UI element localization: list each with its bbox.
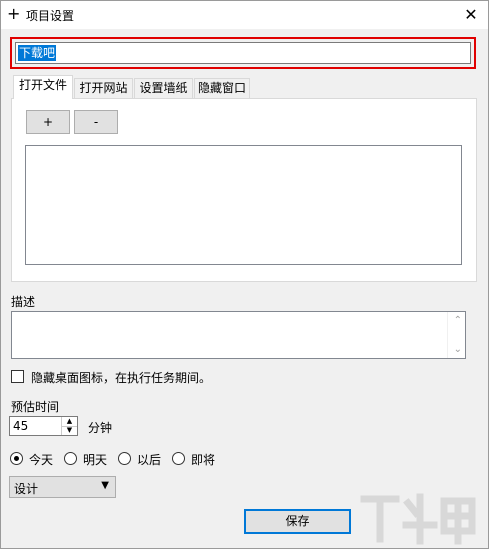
- plus-icon: +: [7, 4, 21, 23]
- category-select[interactable]: 设计 ▼: [9, 476, 116, 498]
- description-scrollbar[interactable]: ⌃ ⌄: [447, 312, 465, 358]
- stepper-down-icon[interactable]: ▼: [62, 426, 77, 435]
- tab-hide-window[interactable]: 隐藏窗口: [194, 78, 250, 98]
- scroll-up-icon[interactable]: ⌃: [454, 315, 462, 326]
- remove-file-button[interactable]: -: [74, 110, 118, 134]
- estimate-label: 预估时间: [11, 400, 60, 414]
- project-name-text: 下载吧: [18, 45, 57, 61]
- category-value: 设计: [14, 482, 39, 496]
- scroll-down-icon[interactable]: ⌄: [454, 344, 462, 355]
- description-label: 描述: [11, 295, 36, 309]
- project-name-input[interactable]: 下载吧: [15, 42, 471, 64]
- stepper-buttons: ▲ ▼: [61, 417, 77, 435]
- tab-open-website[interactable]: 打开网站: [74, 78, 133, 98]
- save-button[interactable]: 保存: [244, 509, 351, 534]
- tab-open-file[interactable]: 打开文件: [13, 75, 73, 99]
- radio-tomorrow-label: 明天: [83, 453, 108, 467]
- hide-desktop-icons-checkbox[interactable]: [11, 370, 24, 383]
- title-bar: + 项目设置 ✕: [1, 1, 488, 29]
- description-textarea[interactable]: ⌃ ⌄: [11, 311, 466, 359]
- radio-today[interactable]: [10, 452, 23, 465]
- add-file-button[interactable]: +: [26, 110, 70, 134]
- radio-soon-label: 即将: [191, 453, 216, 467]
- radio-tomorrow[interactable]: [64, 452, 77, 465]
- estimate-stepper[interactable]: 45 ▲ ▼: [9, 416, 78, 436]
- radio-today-label: 今天: [29, 453, 54, 467]
- project-settings-window: + 项目设置 ✕ 下载吧 打开文件 打开网站 设置墙纸 隐藏窗口 + - 描述 …: [0, 0, 489, 549]
- hide-desktop-icons-label: 隐藏桌面图标，在执行任务期间。: [31, 371, 212, 385]
- estimate-unit: 分钟: [88, 421, 113, 435]
- radio-soon[interactable]: [172, 452, 185, 465]
- chevron-down-icon: ▼: [101, 480, 109, 491]
- project-name-highlight: 下载吧: [10, 37, 476, 69]
- window-title: 项目设置: [26, 9, 75, 23]
- tab-set-wallpaper[interactable]: 设置墙纸: [134, 78, 193, 98]
- file-list[interactable]: [25, 145, 462, 265]
- close-button[interactable]: ✕: [454, 1, 488, 29]
- radio-later-label: 以后: [137, 453, 162, 467]
- watermark-logo: [360, 493, 476, 545]
- estimate-value: 45: [13, 419, 29, 433]
- radio-later[interactable]: [118, 452, 131, 465]
